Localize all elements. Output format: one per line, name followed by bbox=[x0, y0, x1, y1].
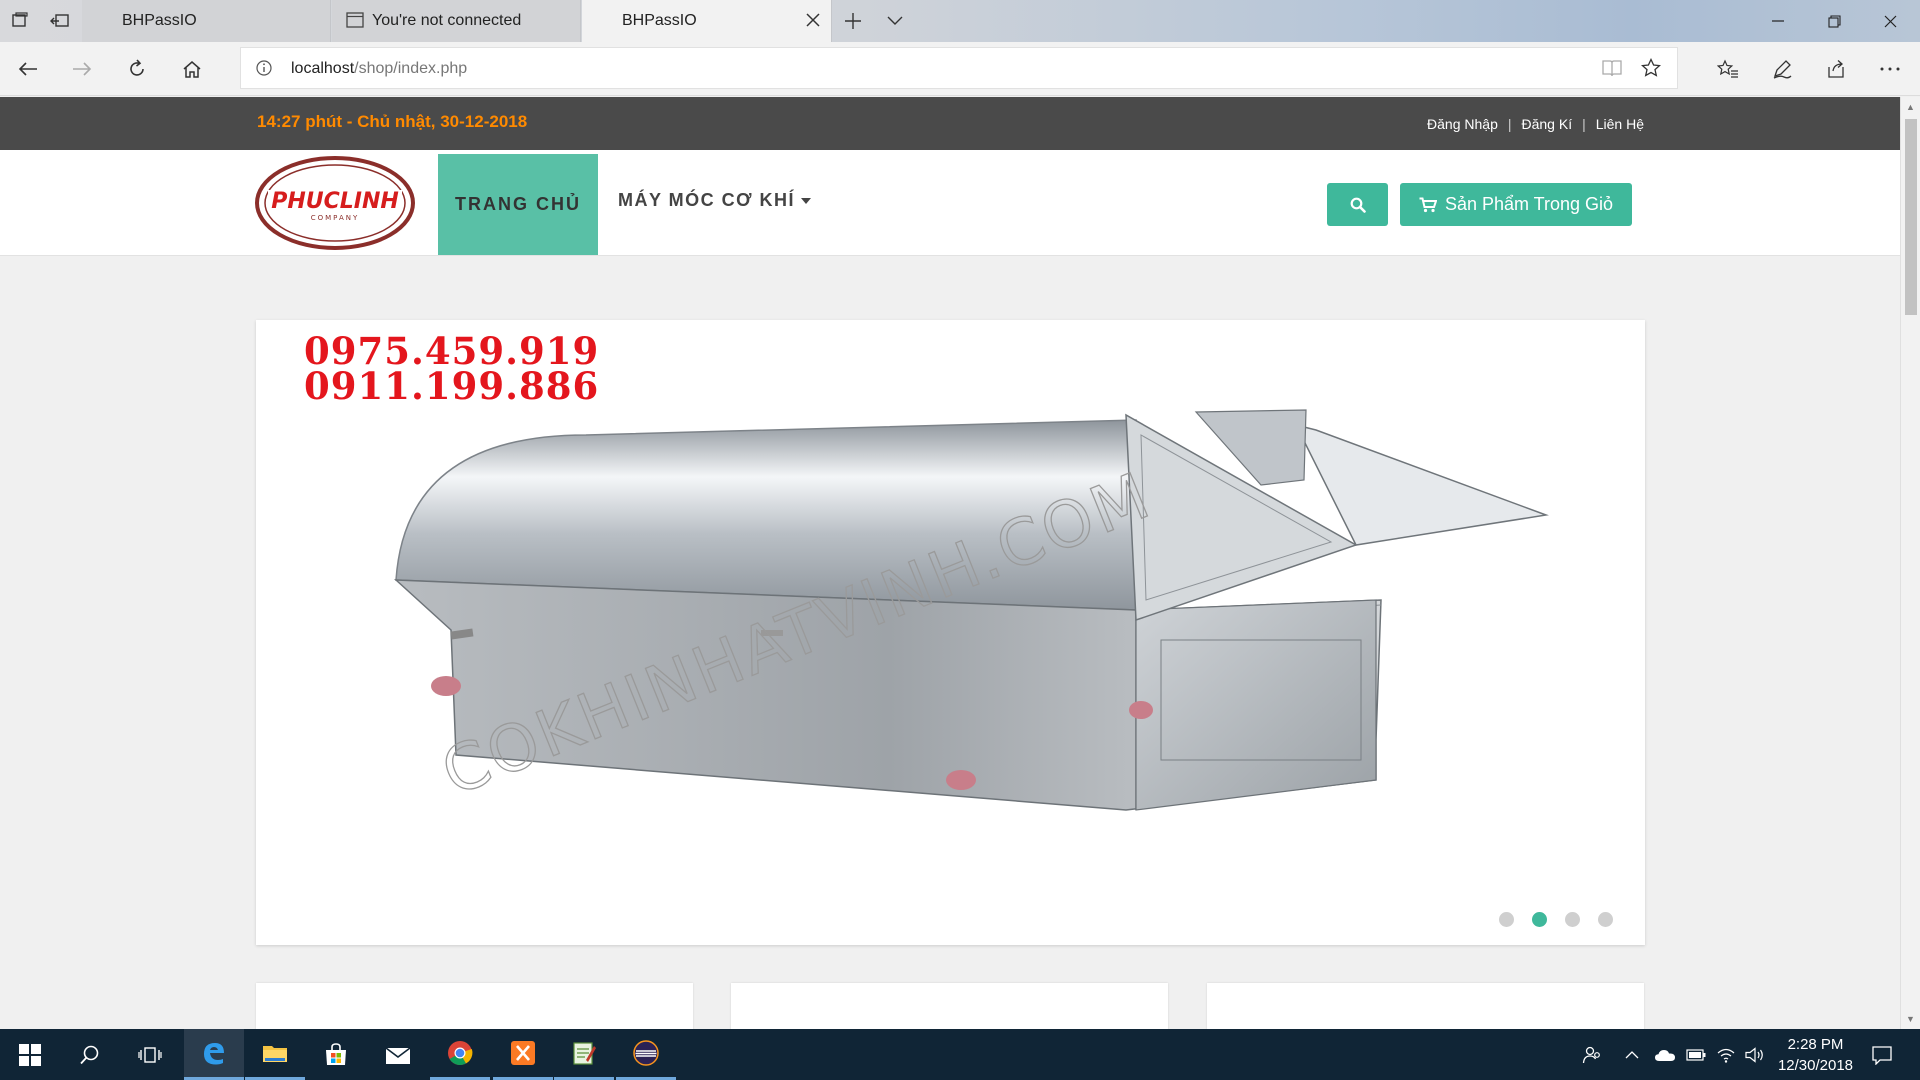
site-info-icon[interactable] bbox=[255, 59, 273, 77]
link-separator: | bbox=[1507, 116, 1512, 132]
onedrive-icon[interactable] bbox=[1650, 1029, 1680, 1080]
nav-home[interactable]: TRANG CHỦ bbox=[438, 154, 598, 255]
slide-indicator-2-active[interactable] bbox=[1532, 912, 1547, 927]
home-icon[interactable] bbox=[168, 42, 216, 96]
back-icon[interactable] bbox=[4, 42, 52, 96]
scrollbar-thumb[interactable] bbox=[1905, 119, 1917, 315]
login-link[interactable]: Đăng Nhập bbox=[1427, 116, 1498, 132]
image-slider[interactable]: COKHINHATVINH.COM 0975.459.919 0911.199.… bbox=[256, 320, 1645, 945]
page-viewport: 14:27 phút - Chủ nhật, 30-12-2018 Đăng N… bbox=[0, 97, 1900, 1029]
set-tabs-aside-icon[interactable] bbox=[40, 0, 80, 42]
clock-time: 2:28 PM bbox=[1787, 1036, 1844, 1053]
account-links: Đăng Nhập | Đăng Kí | Liên Hệ bbox=[1427, 116, 1644, 132]
taskbar-clock[interactable]: 2:28 PM 12/30/2018 bbox=[1768, 1034, 1863, 1076]
tab-title: BHPassIO bbox=[122, 12, 197, 29]
start-icon[interactable] bbox=[0, 1029, 60, 1080]
search-icon[interactable] bbox=[60, 1029, 120, 1080]
slide-indicator-1[interactable] bbox=[1499, 912, 1514, 927]
slide-indicator-4[interactable] bbox=[1598, 912, 1613, 927]
company-logo[interactable]: PHUCLINH COMPANY bbox=[254, 154, 416, 252]
web-note-pen-icon[interactable] bbox=[1758, 42, 1806, 96]
browser-toolbar: localhost/shop/index.php bbox=[0, 42, 1920, 96]
volume-icon[interactable] bbox=[1742, 1029, 1768, 1080]
tab-strip: BHPassIO You're not connected BHPassIO bbox=[0, 0, 1920, 42]
action-center-icon[interactable] bbox=[1862, 1029, 1902, 1080]
eclipse-icon[interactable] bbox=[616, 1029, 676, 1080]
people-icon[interactable] bbox=[1575, 1029, 1609, 1080]
refresh-icon[interactable] bbox=[113, 42, 161, 96]
tab-actions-icon[interactable] bbox=[0, 0, 40, 42]
new-tab-icon[interactable] bbox=[832, 0, 874, 42]
chevron-up-icon[interactable] bbox=[1620, 1029, 1644, 1080]
notepad-icon[interactable] bbox=[554, 1029, 614, 1080]
close-tab-icon[interactable] bbox=[805, 12, 821, 28]
browser-tab[interactable]: BHPassIO bbox=[82, 0, 331, 42]
browser-tab-active[interactable]: BHPassIO bbox=[582, 0, 832, 42]
scroll-up-icon[interactable]: ▲ bbox=[1906, 102, 1915, 112]
wifi-icon[interactable] bbox=[1712, 1029, 1740, 1080]
cart-button[interactable]: Sản Phẩm Trong Giỏ bbox=[1400, 183, 1632, 226]
windows-taskbar: 2:28 PM 12/30/2018 bbox=[0, 1029, 1920, 1080]
search-icon bbox=[1350, 197, 1366, 213]
current-datetime: 14:27 phút - Chủ nhật, 30-12-2018 bbox=[257, 112, 528, 131]
favorite-star-icon[interactable] bbox=[1641, 58, 1661, 78]
address-bar[interactable]: localhost/shop/index.php bbox=[240, 47, 1678, 89]
close-window-icon[interactable] bbox=[1862, 0, 1918, 42]
nav-machines-label: MÁY MÓC CƠ KHÍ bbox=[618, 190, 796, 210]
product-card[interactable] bbox=[731, 983, 1168, 1029]
site-top-bar: 14:27 phút - Chủ nhật, 30-12-2018 Đăng N… bbox=[0, 97, 1900, 150]
file-explorer-icon[interactable] bbox=[245, 1029, 305, 1080]
battery-icon[interactable] bbox=[1682, 1029, 1710, 1080]
url-host: localhost bbox=[291, 60, 355, 77]
url-path: /shop/index.php bbox=[354, 60, 468, 77]
logo-text: PHUCLINH bbox=[271, 189, 399, 214]
tab-title: BHPassIO bbox=[622, 12, 697, 29]
edge-icon[interactable] bbox=[184, 1029, 244, 1080]
nav-machines-dropdown[interactable]: MÁY MÓC CƠ KHÍ bbox=[618, 190, 812, 211]
url-text: localhost/shop/index.php bbox=[291, 60, 467, 78]
register-link[interactable]: Đăng Kí bbox=[1522, 116, 1573, 132]
clock-date: 12/30/2018 bbox=[1777, 1057, 1854, 1074]
scroll-down-icon[interactable]: ▼ bbox=[1906, 1014, 1915, 1024]
roasting-machine-image: COKHINHATVINH.COM bbox=[393, 409, 1549, 811]
contact-link[interactable]: Liên Hệ bbox=[1596, 116, 1644, 132]
page-favicon-icon bbox=[346, 12, 364, 28]
site-header: PHUCLINH COMPANY TRANG CHỦ MÁY MÓC CƠ KH… bbox=[0, 150, 1900, 256]
store-icon[interactable] bbox=[306, 1029, 366, 1080]
cart-label: Sản Phẩm Trong Giỏ bbox=[1444, 194, 1614, 214]
task-view-icon[interactable] bbox=[120, 1029, 180, 1080]
product-card[interactable] bbox=[256, 983, 693, 1029]
slide-indicator-3[interactable] bbox=[1565, 912, 1580, 927]
caret-down-icon bbox=[801, 197, 812, 204]
search-button[interactable] bbox=[1327, 183, 1388, 226]
mail-icon[interactable] bbox=[368, 1029, 428, 1080]
share-icon[interactable] bbox=[1812, 42, 1860, 96]
product-card[interactable] bbox=[1207, 983, 1644, 1029]
phone-number-2: 0911.199.886 bbox=[304, 364, 600, 408]
minimize-icon[interactable] bbox=[1750, 0, 1806, 42]
more-options-icon[interactable] bbox=[1866, 42, 1914, 96]
slider-indicators bbox=[1499, 912, 1613, 927]
cart-icon bbox=[1419, 197, 1437, 213]
browser-tab[interactable]: You're not connected bbox=[332, 0, 581, 42]
restore-icon[interactable] bbox=[1806, 0, 1862, 42]
slider-phone-numbers: 0975.459.919 0911.199.886 bbox=[304, 333, 600, 408]
reading-view-icon[interactable] bbox=[1601, 58, 1623, 78]
chrome-icon[interactable] bbox=[430, 1029, 490, 1080]
tab-preview-chevron-icon[interactable] bbox=[874, 0, 916, 42]
page-scrollbar[interactable]: ▲ ▼ bbox=[1900, 97, 1920, 1029]
xampp-icon[interactable] bbox=[493, 1029, 553, 1080]
favorites-hub-icon[interactable] bbox=[1704, 42, 1752, 96]
link-separator: | bbox=[1582, 116, 1586, 132]
forward-icon[interactable] bbox=[58, 42, 106, 96]
logo-subtext: COMPANY bbox=[311, 214, 360, 222]
